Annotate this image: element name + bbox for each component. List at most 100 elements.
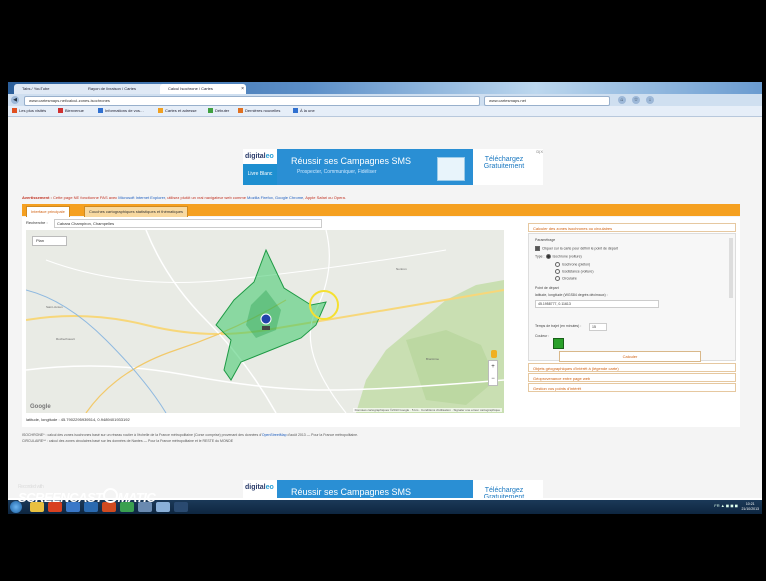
ad-subline: Prospecter, Communiquer, Fidéliser [297, 169, 377, 175]
map-canvas[interactable]: Saint-Junien Rochechouart Nontron Brantô… [26, 230, 504, 413]
type-option-foot[interactable]: Isochrone (piéton) [555, 262, 590, 267]
panel-poi-header[interactable]: Gestion vos points d'intérêt [528, 383, 736, 392]
option-label: Isochrone (voiture) [552, 254, 582, 259]
tab-map-layers[interactable]: Couches cartographiques statistiques et … [84, 206, 189, 217]
street-view-icon[interactable] [491, 350, 497, 358]
browser-toolbar: ◀ www.cartesmaps.net/calcul-zones-isochr… [8, 94, 762, 106]
scrollbar[interactable] [729, 238, 733, 298]
ad-cta-line2: Gratuitement [483, 494, 525, 498]
ad-headline: Réussir ses Campagnes SMS [291, 156, 412, 166]
radio-button[interactable] [545, 254, 551, 259]
ad-cta-line1: Téléchargez [484, 487, 524, 494]
warning-link[interactable]: Mozilla Firefox, Google Chrome [247, 195, 303, 200]
option-label: Isodistance (voiture) [562, 269, 594, 274]
map-attribution[interactable]: Données cartographiques ©2013 Google · 5… [352, 408, 502, 412]
option-label: Isochrone (piéton) [562, 262, 591, 267]
warning-text: Cette page NE fonctionne PAS avec [51, 195, 119, 200]
panel-objects-header[interactable]: Objets géographiques d'intérêt à (légend… [528, 363, 736, 372]
zoom-out-button[interactable]: − [489, 373, 497, 385]
watermark-brand: SCREENCAST [18, 490, 103, 505]
ad-cta[interactable]: Téléchargez Gratuitement [475, 149, 533, 185]
bookmark-item[interactable]: Bienvenue [58, 107, 84, 115]
type-option-car[interactable]: Type : Isochrone (voiture) [535, 254, 582, 259]
browser-tab-3[interactable]: Calcul Isochrone / Cartes × [160, 84, 246, 94]
ad-cta[interactable]: Téléchargez Gratuitement [475, 480, 533, 498]
option-label: Circulaire [562, 276, 577, 281]
radio-button[interactable] [555, 269, 560, 274]
system-tray[interactable]: FR ▲ ◼ ◼ ◼ [714, 503, 738, 508]
zoom-control[interactable]: + − [488, 360, 498, 386]
screencast-icon[interactable] [174, 502, 188, 512]
side-panel: Calculer des zones isochrones ou circula… [528, 223, 736, 419]
tab-label: Tabs / YouTube [22, 86, 50, 91]
ad-headline: Réussir ses Campagnes SMS [291, 487, 412, 497]
color-picker[interactable] [553, 338, 564, 349]
browser-warning: Avertissement : Cette page NE fonctionne… [22, 195, 742, 200]
zoom-in-button[interactable]: + [489, 361, 497, 373]
bookmark-item[interactable]: Cartes et adresse [158, 107, 197, 115]
ad-brand: digital [245, 153, 266, 160]
warning-text: , utilisez plutôt un vrai navigateur web… [164, 195, 248, 200]
clock-date: 21/10/2013 [741, 507, 759, 511]
close-icon[interactable]: × [241, 84, 244, 94]
warning-link[interactable]: Microsoft Internet Explorer [118, 195, 165, 200]
osm-link[interactable]: OpenStreetMap [262, 433, 287, 437]
depart-coords-input[interactable]: 45.1958777, 0.11613 [535, 300, 659, 308]
bookmark-item[interactable]: Les plus visités [12, 107, 46, 115]
time-input[interactable]: 15 [589, 323, 607, 331]
ad-cta-line1: Téléchargez [484, 156, 524, 163]
ad-brand-suffix: eo [265, 153, 274, 160]
calculate-button[interactable]: Calculer [559, 351, 701, 362]
time-label: Temps de trajet (en minutes) : [535, 324, 582, 328]
coords-value: 45.7902295939514, 0.9489401933192 [60, 417, 130, 422]
ad-banner[interactable]: digitaleo Livre Blanc Réussir ses Campag… [243, 149, 543, 185]
ad-banner-bottom[interactable]: digitaleo Réussir ses Campagnes SMS Pros… [243, 480, 543, 498]
radio-button[interactable] [555, 262, 560, 267]
type-label: Type : [535, 254, 545, 259]
center-option[interactable]: Cliquer sur la carte pour définir le poi… [535, 246, 618, 251]
back-icon[interactable]: ◀ [11, 96, 19, 104]
google-logo: Google [30, 404, 51, 410]
ad-logo: digitaleo [243, 480, 277, 498]
ad-logo: digitaleo Livre Blanc [243, 149, 277, 185]
isochrone-form: Paramétrage Cliquer sur la carte pour dé… [528, 233, 736, 362]
clock[interactable]: 10:21 21/10/2013 [741, 502, 759, 512]
depart-coords-label: latitude, longitude (WGS84 degrés décima… [535, 293, 608, 297]
panel-isochrone-header[interactable]: Calculer des zones isochrones ou circula… [528, 223, 736, 232]
bookmark-item[interactable]: À la une [293, 107, 315, 115]
browser-tab-2[interactable]: Rayon de livraison / Cartes× [80, 84, 166, 94]
web-page: digitaleo Livre Blanc Réussir ses Campag… [8, 117, 762, 498]
map-type-select[interactable]: Plan [32, 236, 67, 246]
download-icon[interactable]: ↓ [646, 96, 654, 104]
home-icon[interactable]: ⌂ [618, 96, 626, 104]
radio-button[interactable] [555, 276, 560, 281]
warning-text: , Apple Safari ou Opera. [303, 195, 346, 200]
type-option-isodistance[interactable]: Isodistance (voiture) [555, 269, 594, 274]
option-label: Cliquer sur la carte pour définir le poi… [542, 246, 618, 251]
ad-cta-line2: Gratuitement [483, 163, 525, 170]
browser-tab-1[interactable]: Tabs / YouTube× [14, 84, 86, 94]
coords-label: latitude, longitude : [26, 417, 60, 422]
bookmark-item[interactable]: Informations de vos… [98, 107, 144, 115]
bookmark-item[interactable]: Dernières nouvelles [238, 107, 280, 115]
checkbox[interactable] [535, 246, 540, 251]
ad-message: Réussir ses Campagnes SMS Prospecter, Co… [277, 149, 473, 185]
star-icon[interactable]: ☆ [632, 96, 640, 104]
ad-choices-icon[interactable]: D|X [536, 149, 543, 154]
ad-message: Réussir ses Campagnes SMS Prospecter, Co… [277, 480, 473, 498]
type-option-circle[interactable]: Circulaire [555, 276, 577, 281]
search-bar[interactable]: www.cartesmaps.net [484, 96, 610, 106]
url-bar[interactable]: www.cartesmaps.net/calcul-zones-isochron… [24, 96, 480, 106]
bookmark-item[interactable]: Débuter [208, 107, 229, 115]
tab-main-interface[interactable]: Interface principale [26, 206, 70, 217]
svg-text:Nontron: Nontron [396, 267, 407, 271]
settings-label: Paramétrage [535, 238, 556, 242]
panel-geo-header[interactable]: Géoprovenance entre page web [528, 373, 736, 382]
tab-label: Calcul Isochrone / Cartes [168, 86, 213, 91]
coordinates-readout: latitude, longitude : 45.7902295939514, … [26, 417, 130, 422]
watermark-brand-suffix: MATIC [117, 490, 156, 505]
main-content: Recherche : Cabara Champiron, Champelles [22, 217, 740, 427]
search-input[interactable]: Cabara Champiron, Champelles [54, 219, 322, 228]
app-icon[interactable] [156, 502, 170, 512]
location-marker-icon[interactable] [260, 313, 272, 325]
